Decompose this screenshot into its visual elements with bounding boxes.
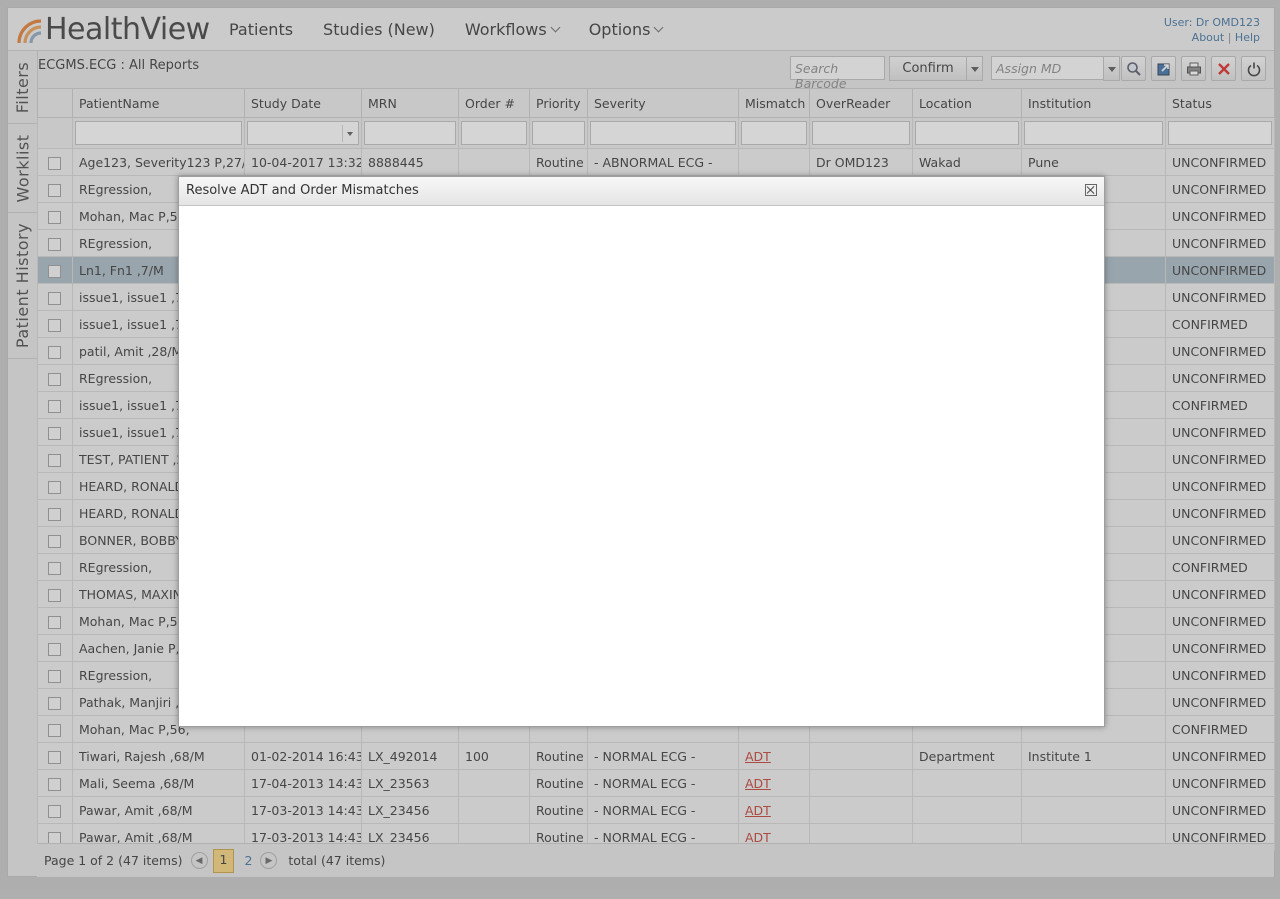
close-icon[interactable]: [1085, 184, 1097, 196]
resolve-mismatches-dialog: Resolve ADT and Order Mismatches: [178, 176, 1105, 727]
dialog-title: Resolve ADT and Order Mismatches: [186, 183, 419, 198]
dialog-header: Resolve ADT and Order Mismatches: [179, 177, 1104, 206]
